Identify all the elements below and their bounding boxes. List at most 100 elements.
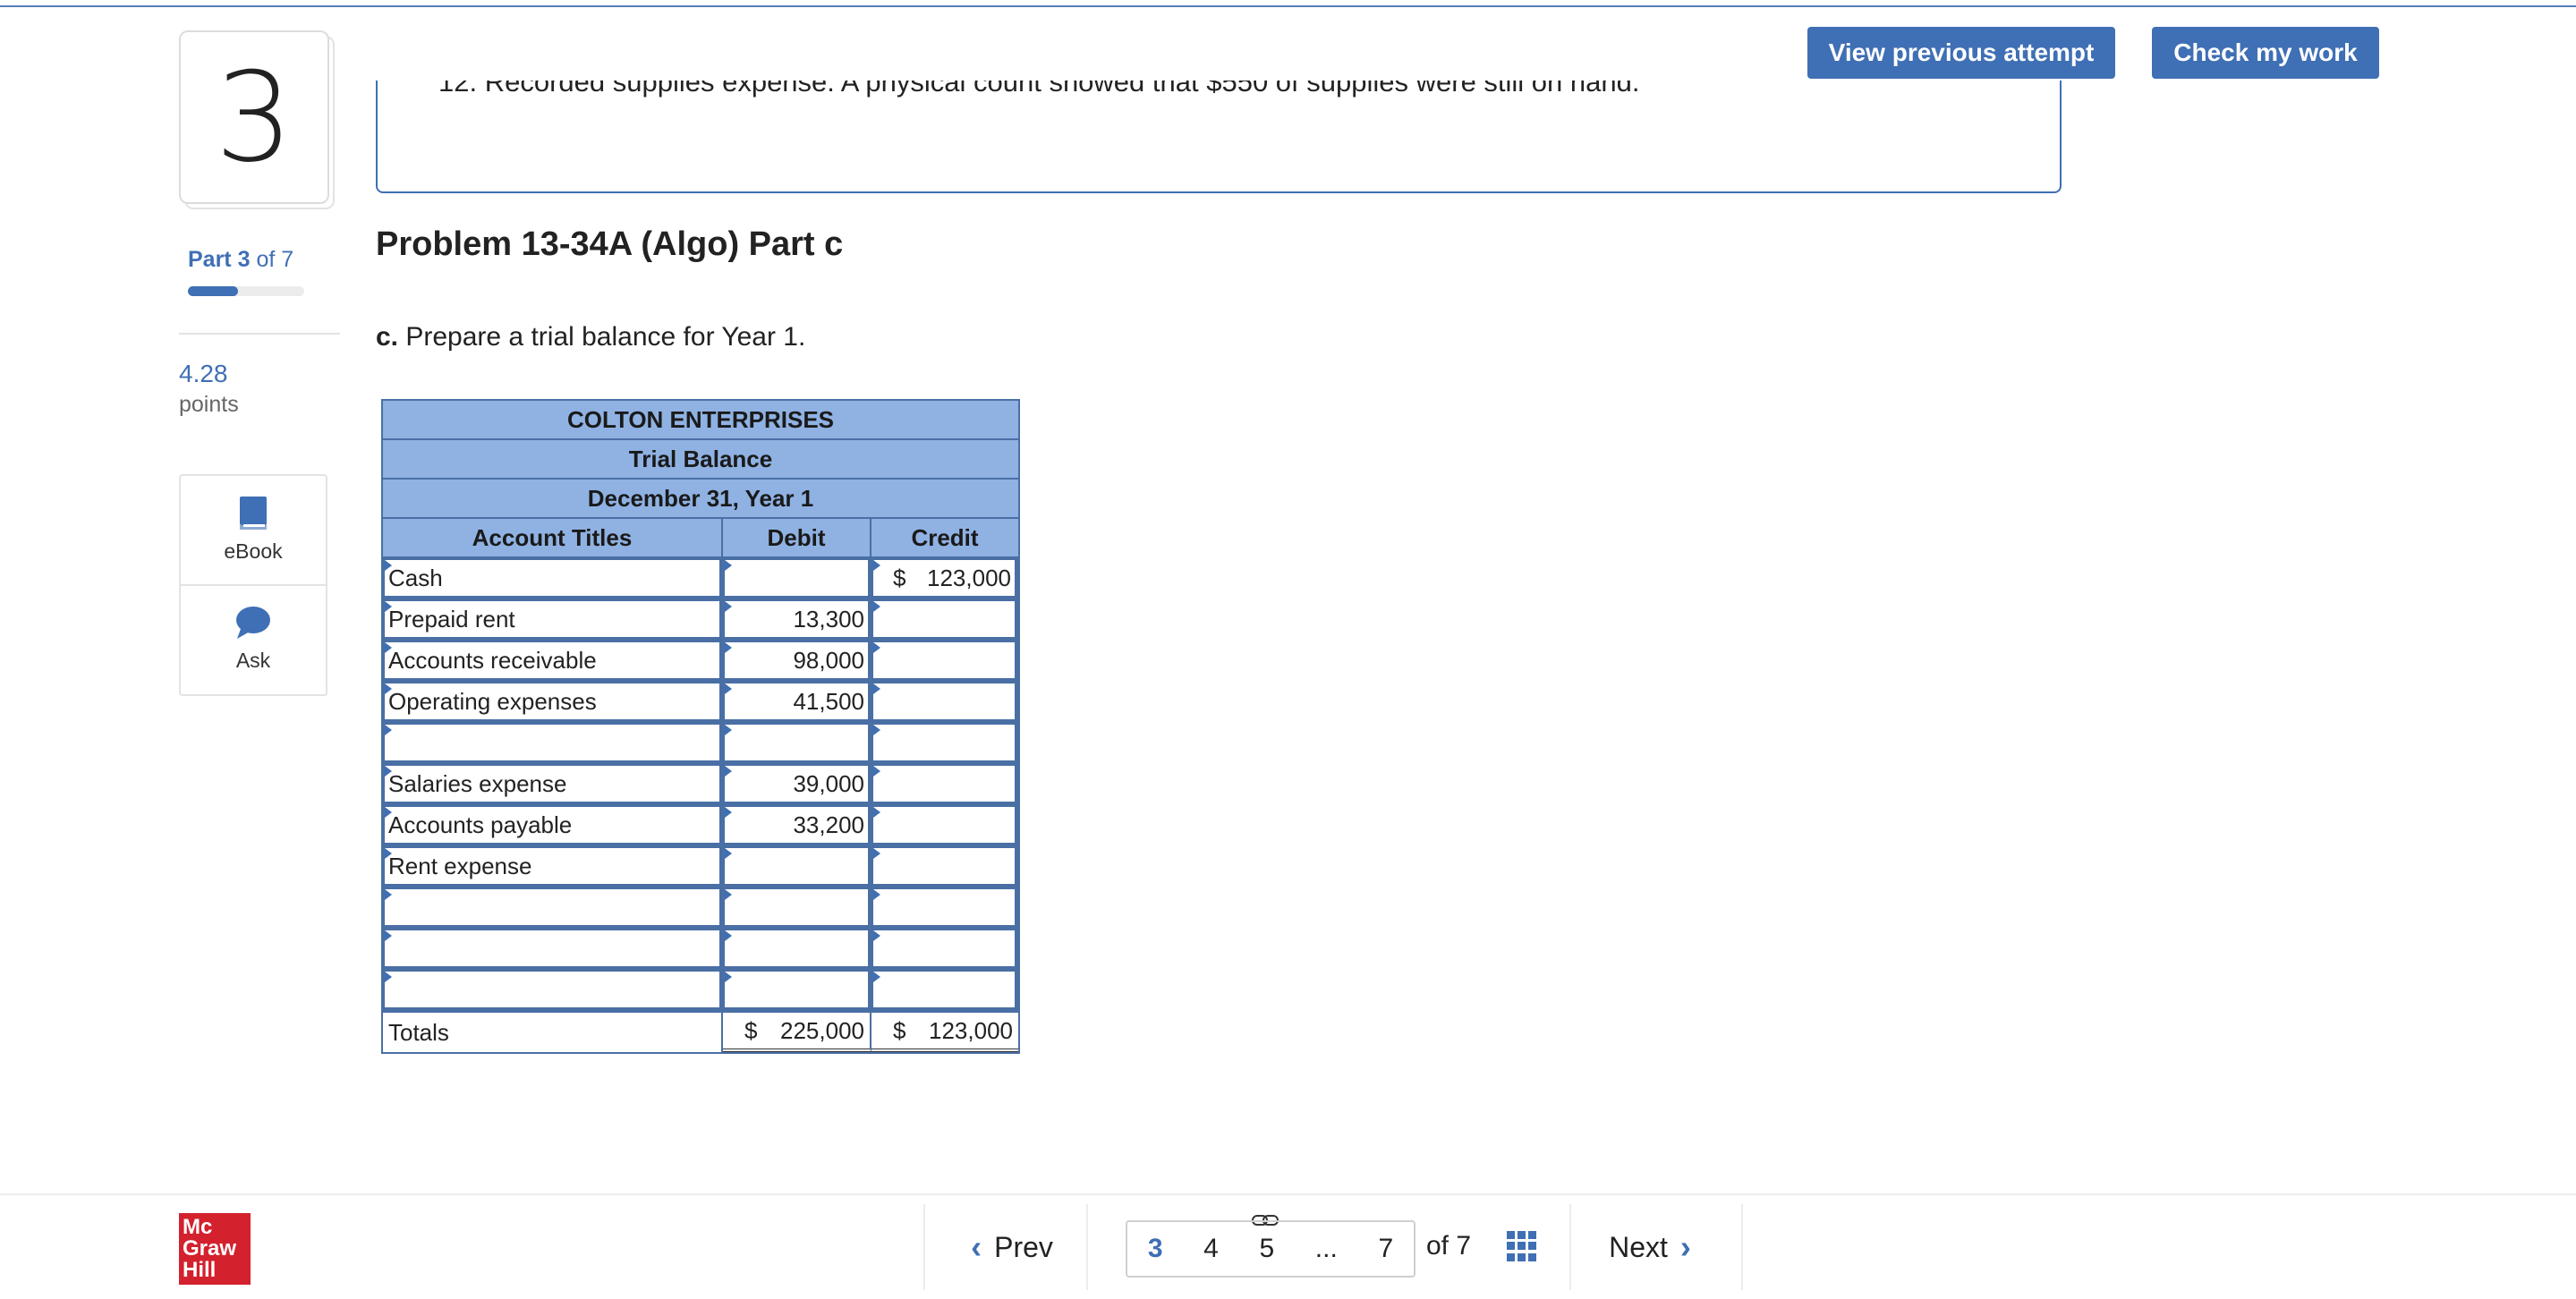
tools-panel: eBook Ask <box>179 474 327 696</box>
problem-title: Problem 13-34A (Algo) Part c <box>376 225 844 263</box>
total-debit: $ 225,000 <box>723 1013 871 1052</box>
table-row: Rent expense <box>383 846 1018 887</box>
debit-input[interactable] <box>723 887 871 929</box>
total-credit: $ 123,000 <box>871 1013 1018 1052</box>
chat-bubble-icon <box>236 606 270 639</box>
credit-input[interactable] <box>871 929 1018 970</box>
debit-input[interactable] <box>723 929 871 970</box>
debit-input[interactable]: 39,000 <box>723 764 871 805</box>
debit-header: Debit <box>723 519 871 556</box>
logo-line-1: Mc <box>183 1215 213 1239</box>
chevron-right-icon: › <box>1679 1228 1691 1265</box>
account-title-input[interactable]: Accounts payable <box>383 805 723 846</box>
grid-icon[interactable] <box>1507 1231 1537 1261</box>
points-label: points <box>179 392 239 417</box>
account-title-input[interactable]: Prepaid rent <box>383 599 723 641</box>
debit-input[interactable] <box>723 846 871 887</box>
column-headers: Account Titles Debit Credit <box>383 519 1018 558</box>
account-title-input[interactable] <box>383 929 723 970</box>
credit-input-value: 123,000 <box>927 564 1011 591</box>
credit-input[interactable] <box>871 805 1018 846</box>
debit-input[interactable]: 98,000 <box>723 641 871 682</box>
table-row: Cash $123,000 <box>383 558 1018 599</box>
debit-input-value: 41,500 <box>793 687 864 715</box>
table-row <box>383 723 1018 764</box>
part-progress-bar <box>188 286 304 296</box>
company-name: COLTON ENTERPRISES <box>383 401 1018 440</box>
page-3[interactable]: 3 <box>1148 1234 1163 1264</box>
page-ellipsis: ... <box>1314 1234 1338 1263</box>
debit-input[interactable] <box>723 558 871 599</box>
total-debit-value: 225,000 <box>780 1016 864 1044</box>
credit-input[interactable] <box>871 641 1018 682</box>
credit-header: Credit <box>911 523 979 551</box>
debit-input-value: 33,200 <box>793 811 864 838</box>
table-row <box>383 887 1018 929</box>
page-total: of 7 <box>1426 1231 1472 1261</box>
debit-input-value: 39,000 <box>793 769 864 797</box>
part-current-number: 3 <box>237 247 251 272</box>
credit-input[interactable] <box>871 723 1018 764</box>
account-title-input[interactable] <box>383 723 723 764</box>
instruction-prefix: c. <box>376 322 399 352</box>
account-title-input-value: Accounts receivable <box>388 646 597 674</box>
sidebar-divider <box>179 333 340 335</box>
credit-input[interactable] <box>871 846 1018 887</box>
credit-input[interactable] <box>871 682 1018 723</box>
totals-row: Totals $ 225,000 $ 123,000 <box>383 1011 1018 1052</box>
account-title-input[interactable]: Rent expense <box>383 846 723 887</box>
mcgraw-hill-logo: Mc Graw Hill <box>179 1213 251 1285</box>
table-row <box>383 970 1018 1011</box>
total-credit-dollar: $ <box>893 1016 906 1044</box>
footer-divider <box>0 1193 2576 1195</box>
question-text-clip: 12. Recorded supplies expense. A physica… <box>429 81 2040 113</box>
credit-input[interactable]: $123,000 <box>871 558 1018 599</box>
account-title-input-value: Rent expense <box>388 852 532 879</box>
account-title-input[interactable] <box>383 887 723 929</box>
debit-input[interactable]: 33,200 <box>723 805 871 846</box>
account-title-input-value: Operating expenses <box>388 687 597 715</box>
check-my-work-button[interactable]: Check my work <box>2152 27 2379 79</box>
page-selector: 3 4 5 ... 7 <box>1126 1220 1416 1278</box>
credit-input[interactable] <box>871 599 1018 641</box>
part-current: Part 3 <box>188 247 251 272</box>
credit-input[interactable] <box>871 764 1018 805</box>
trial-balance-rows: Cash $123,000 Prepaid rent 13,300 Accounts r… <box>383 558 1018 1011</box>
credit-input[interactable] <box>871 970 1018 1011</box>
debit-input-value: 98,000 <box>793 646 864 674</box>
view-previous-attempt-button[interactable]: View previous attempt <box>1807 27 2115 79</box>
logo-line-2: Graw <box>183 1236 237 1261</box>
debit-input[interactable]: 41,500 <box>723 682 871 723</box>
account-title-input-value: Accounts payable <box>388 811 573 838</box>
account-title-input[interactable]: Accounts receivable <box>383 641 723 682</box>
debit-input[interactable] <box>723 970 871 1011</box>
ebook-label: eBook <box>224 539 283 563</box>
part-word: Part <box>188 247 232 272</box>
logo-line-3: Hill <box>183 1258 217 1282</box>
prev-button[interactable]: ‹ Prev <box>923 1204 1088 1290</box>
table-row: Prepaid rent 13,300 <box>383 599 1018 641</box>
page-5[interactable]: 5 <box>1259 1234 1274 1264</box>
account-title-input[interactable]: Cash <box>383 558 723 599</box>
instruction: c. Prepare a trial balance for Year 1. <box>376 322 805 352</box>
page-7[interactable]: 7 <box>1378 1234 1393 1264</box>
credit-input[interactable] <box>871 887 1018 929</box>
next-button[interactable]: Next › <box>1569 1204 1743 1290</box>
debit-input[interactable]: 13,300 <box>723 599 871 641</box>
account-title-input[interactable]: Salaries expense <box>383 764 723 805</box>
page-4[interactable]: 4 <box>1203 1234 1219 1264</box>
total-credit-value: 123,000 <box>929 1016 1013 1044</box>
ask-label: Ask <box>235 648 271 672</box>
statement-date: December 31, Year 1 <box>383 480 1018 519</box>
account-title-input[interactable]: Operating expenses <box>383 682 723 723</box>
debit-input[interactable] <box>723 723 871 764</box>
ask-button[interactable]: Ask <box>181 585 326 692</box>
debit-input-value: 13,300 <box>793 605 864 633</box>
question-text: 12. Recorded supplies expense. A physica… <box>438 81 1640 98</box>
table-row: Accounts receivable 98,000 <box>383 641 1018 682</box>
account-title-input[interactable] <box>383 970 723 1011</box>
account-titles-header: Account Titles <box>383 519 723 556</box>
next-label: Next <box>1609 1230 1668 1263</box>
trial-balance-table: COLTON ENTERPRISES Trial Balance Decembe… <box>381 399 1020 1054</box>
ebook-button[interactable]: eBook <box>181 476 326 583</box>
